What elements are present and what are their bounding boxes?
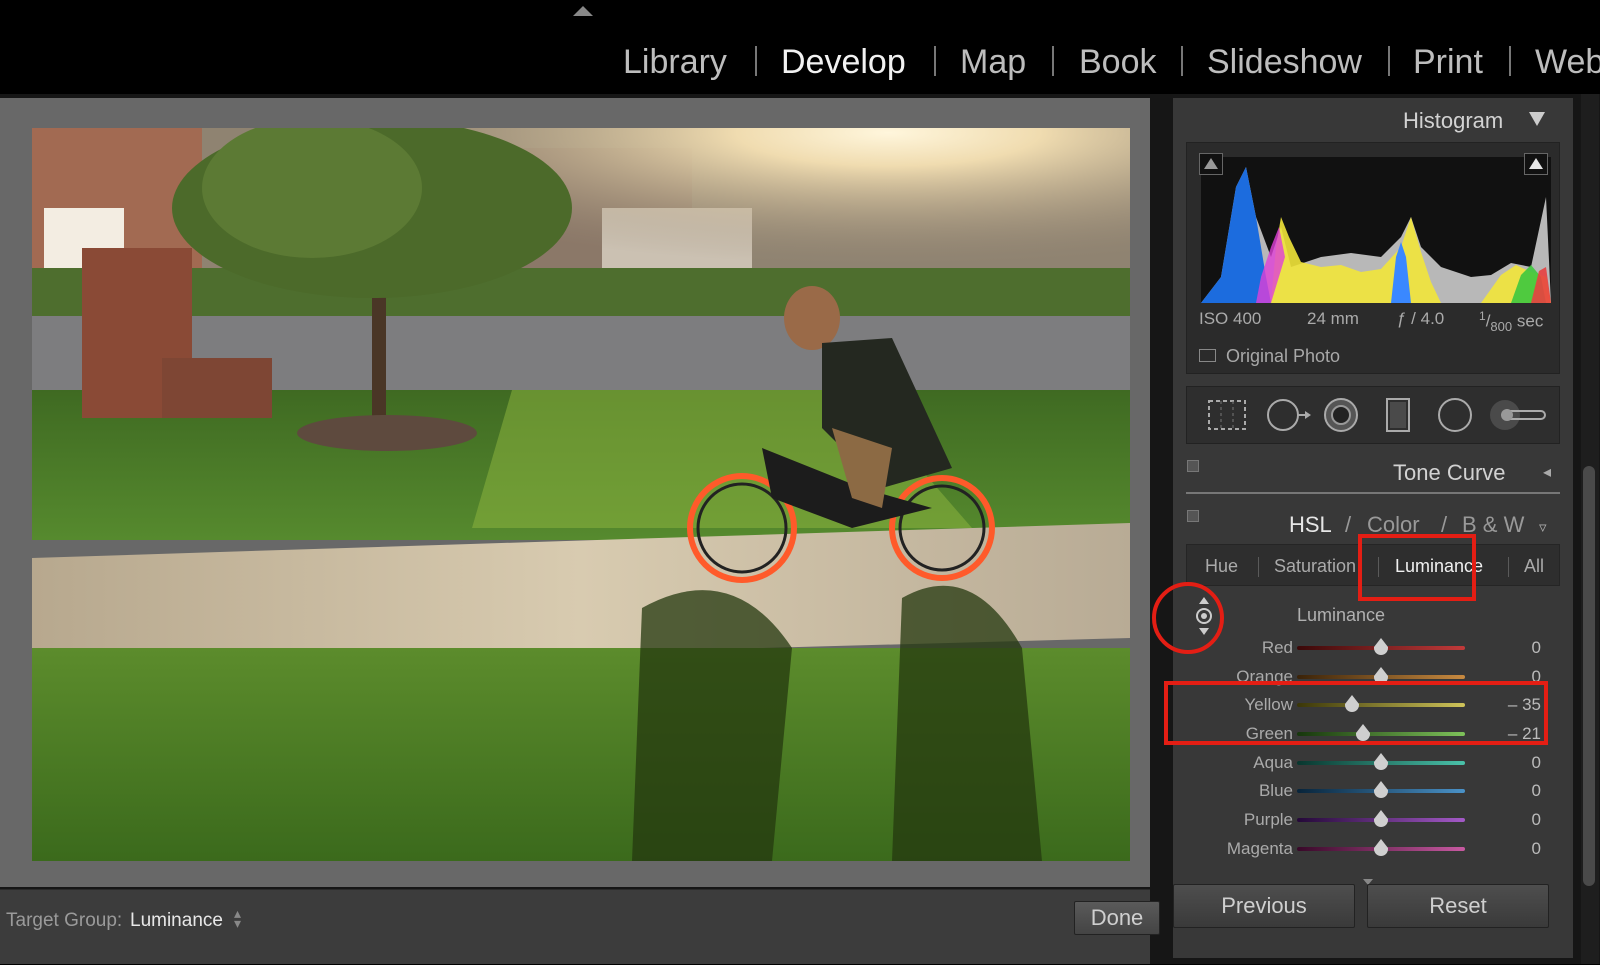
target-group-label: Target Group: <box>6 910 123 931</box>
module-print[interactable]: Print <box>1413 40 1483 84</box>
module-separator <box>1181 46 1183 76</box>
done-button[interactable]: Done <box>1074 901 1160 935</box>
tone-curve-title[interactable]: Tone Curve <box>1393 460 1506 486</box>
module-book[interactable]: Book <box>1079 40 1157 84</box>
slider-label: Aqua <box>1253 753 1293 772</box>
luminance-row-purple: Purple 0 <box>1173 806 1573 834</box>
module-separator <box>1509 46 1511 76</box>
module-develop[interactable]: Develop <box>781 40 906 84</box>
exif-shutter-speed: 1/800 sec <box>1479 309 1543 334</box>
histogram-panel: ISO 400 24 mm ƒ / 4.0 1/800 sec Original… <box>1186 142 1560 374</box>
slider-thumb[interactable] <box>1374 810 1388 828</box>
crop-overlay-icon[interactable] <box>1207 397 1247 433</box>
module-separator <box>1388 46 1390 76</box>
module-map[interactable]: Map <box>960 40 1026 84</box>
red-eye-correction-icon[interactable] <box>1321 397 1361 433</box>
slider-label: Red <box>1261 638 1293 657</box>
tab-separator <box>1258 557 1259 577</box>
slider-value[interactable]: 0 <box>1532 810 1541 830</box>
target-group-select[interactable]: Luminance <box>130 910 223 932</box>
module-library[interactable]: Library <box>623 40 727 84</box>
slider-thumb[interactable] <box>1374 638 1388 656</box>
luminance-section-title: Luminance <box>1297 605 1386 625</box>
adjustment-brush-icon[interactable] <box>1487 397 1549 433</box>
luminance-row-magenta: Magenta 0 <box>1173 835 1573 863</box>
photo-backdrop <box>0 98 1150 887</box>
reset-button[interactable]: Reset <box>1367 884 1549 928</box>
slider-value[interactable]: 0 <box>1532 753 1541 773</box>
panel-divider <box>1186 492 1560 494</box>
spot-removal-icon[interactable] <box>1265 397 1311 433</box>
module-picker-bar: Library Develop Map Book Slideshow Print… <box>0 0 1600 94</box>
tone-curve-collapse-icon[interactable]: ◂ <box>1543 462 1551 482</box>
histogram-graph[interactable] <box>1201 157 1551 303</box>
module-list: Library Develop Map Book Slideshow Print… <box>0 40 1600 84</box>
module-separator <box>1052 46 1054 76</box>
develop-panels: Histogram ISO 400 24 mm ƒ / 4.0 1/800 se… <box>1173 98 1573 958</box>
original-photo-label: Original Photo <box>1226 346 1341 366</box>
module-separator <box>934 46 936 76</box>
histogram-collapse-icon[interactable] <box>1529 112 1545 126</box>
annotation-highlight-luminance-tab <box>1358 534 1476 601</box>
slider-value[interactable]: 0 <box>1532 781 1541 801</box>
tone-curve-toggle-switch[interactable] <box>1187 460 1199 472</box>
header-slash: / <box>1345 512 1352 537</box>
tab-saturation[interactable]: Saturation <box>1274 556 1356 577</box>
annotation-highlight-yellow-green <box>1164 681 1548 745</box>
develop-tool-strip <box>1186 386 1560 444</box>
exif-aperture: ƒ / 4.0 <box>1397 309 1445 328</box>
photo-image <box>32 128 1130 861</box>
collapse-top-panel-arrow-icon[interactable] <box>573 6 593 16</box>
module-slideshow[interactable]: Slideshow <box>1207 40 1362 84</box>
histogram-title[interactable]: Histogram <box>1403 108 1503 134</box>
tab-separator <box>1508 557 1509 577</box>
right-panel-area: Histogram ISO 400 24 mm ƒ / 4.0 1/800 se… <box>1160 94 1600 964</box>
slider-label: Purple <box>1243 810 1293 829</box>
slider-label: Magenta <box>1226 839 1293 858</box>
hsl-header-tab[interactable]: HSL <box>1289 512 1332 538</box>
slider-thumb[interactable] <box>1374 753 1388 771</box>
slider-label: Blue <box>1258 781 1293 800</box>
shutter-numerator: 1 <box>1479 309 1486 323</box>
luminance-row-blue: Blue 0 <box>1173 777 1573 805</box>
right-panel-scrollbar[interactable] <box>1581 94 1599 964</box>
annotation-highlight-target-tool <box>1152 582 1224 654</box>
graduated-filter-icon[interactable] <box>1383 397 1413 433</box>
radial-filter-icon[interactable] <box>1435 397 1475 433</box>
image-view-area: Target Group: Luminance ▴ ▾ Done <box>0 94 1160 964</box>
shadow-clipping-toggle-icon[interactable] <box>1199 153 1223 175</box>
tab-hue[interactable]: Hue <box>1205 556 1238 577</box>
shutter-unit: sec <box>1516 311 1544 331</box>
hsl-toggle-switch[interactable] <box>1187 510 1199 522</box>
original-photo-checkbox[interactable] <box>1199 349 1216 362</box>
exif-focal-length: 24 mm <box>1307 309 1359 328</box>
exif-iso: ISO 400 <box>1199 309 1262 328</box>
slider-thumb[interactable] <box>1374 781 1388 799</box>
slider-value[interactable]: 0 <box>1532 839 1541 859</box>
module-separator <box>755 46 757 76</box>
hsl-collapse-icon[interactable]: ▿ <box>1539 518 1547 536</box>
luminance-row-red: Red 0 <box>1173 634 1573 662</box>
shutter-denominator: 800 <box>1490 319 1513 335</box>
scrollbar-thumb[interactable] <box>1583 466 1595 886</box>
tab-all[interactable]: All <box>1524 556 1544 577</box>
highlight-clipping-toggle-icon[interactable] <box>1524 153 1548 175</box>
develop-toolbar: Target Group: Luminance ▴ ▾ Done <box>0 889 1160 964</box>
slider-thumb[interactable] <box>1374 839 1388 857</box>
slider-value[interactable]: 0 <box>1532 638 1541 658</box>
luminance-row-aqua: Aqua 0 <box>1173 749 1573 777</box>
photo-preview[interactable] <box>32 128 1130 861</box>
previous-button[interactable]: Previous <box>1173 884 1355 928</box>
module-web[interactable]: Web <box>1535 40 1600 84</box>
target-group-stepper-icon[interactable]: ▴ ▾ <box>234 906 241 930</box>
